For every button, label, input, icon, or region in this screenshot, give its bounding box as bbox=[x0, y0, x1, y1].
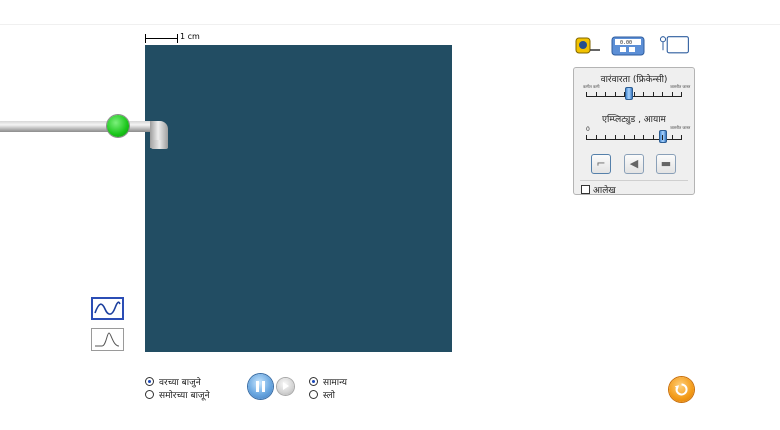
amplitude-slider-thumb[interactable] bbox=[659, 130, 667, 143]
control-panel: 0.00 वारंवारता (फ्रिकेन्सी) कमीत कमी जास… bbox=[573, 31, 695, 196]
slider-tick bbox=[615, 92, 616, 97]
slider-tick bbox=[605, 135, 606, 140]
slider-tick bbox=[672, 92, 673, 97]
faucet-valve-button[interactable] bbox=[107, 115, 129, 137]
slider-tick bbox=[634, 92, 635, 97]
slider-tick bbox=[615, 135, 616, 140]
top-view-button[interactable] bbox=[91, 297, 124, 320]
speaker-icon: ◀ bbox=[629, 157, 639, 170]
slider-tick bbox=[672, 135, 673, 140]
slider-tick bbox=[624, 92, 625, 97]
slider-tick bbox=[653, 135, 654, 140]
amplitude-label: एम्प्लिट्युड , आयाम bbox=[602, 115, 666, 125]
laser-icon: ▬ bbox=[660, 157, 672, 170]
slider-tick bbox=[586, 135, 587, 140]
faucet-icon: ⌐ bbox=[596, 157, 606, 170]
slider-tick bbox=[681, 92, 682, 97]
faucet-nozzle bbox=[151, 140, 168, 149]
slider-tick bbox=[662, 92, 663, 97]
reset-button[interactable] bbox=[669, 377, 694, 402]
stopwatch-icon[interactable]: 0.00 bbox=[611, 35, 645, 57]
measuring-tape-icon[interactable] bbox=[575, 35, 601, 57]
graph-icon bbox=[95, 332, 120, 347]
slider-tick bbox=[643, 92, 644, 97]
speed-option-slow[interactable]: स्लो bbox=[309, 388, 335, 401]
frequency-slider[interactable] bbox=[586, 87, 682, 100]
view-option-front[interactable]: समोरच्या बाजूने bbox=[145, 388, 210, 401]
tool-bar: 0.00 bbox=[573, 31, 695, 63]
slider-tick bbox=[643, 135, 644, 140]
detector-icon[interactable] bbox=[655, 35, 693, 57]
svg-text:0.00: 0.00 bbox=[620, 40, 632, 46]
slider-tick bbox=[624, 135, 625, 140]
pause-button[interactable] bbox=[248, 374, 273, 399]
scale-label: 1 cm bbox=[180, 32, 200, 41]
side-view-button[interactable] bbox=[91, 328, 124, 351]
speed-option-normal[interactable]: सामान्य bbox=[309, 375, 347, 388]
slider-tick bbox=[596, 135, 597, 140]
radio-slow[interactable] bbox=[309, 390, 318, 399]
graph-checkbox-box[interactable] bbox=[581, 185, 590, 194]
step-button[interactable] bbox=[277, 378, 294, 395]
amplitude-max-label: जास्तीत जास्त bbox=[670, 125, 691, 130]
amplitude-slider[interactable] bbox=[586, 130, 682, 143]
radio-front[interactable] bbox=[145, 390, 154, 399]
slider-tick bbox=[596, 92, 597, 97]
faucet-source-button[interactable]: ⌐ bbox=[591, 154, 611, 174]
slider-tick bbox=[586, 92, 587, 97]
laser-source-button[interactable]: ▬ bbox=[656, 154, 676, 174]
water-tank bbox=[145, 45, 452, 352]
slider-tick bbox=[605, 92, 606, 97]
graph-checkbox[interactable]: आलेख bbox=[581, 183, 616, 196]
frequency-slider-thumb[interactable] bbox=[625, 87, 633, 100]
radio-normal[interactable] bbox=[309, 377, 318, 386]
scale-bar: 1 cm bbox=[145, 32, 225, 45]
radio-top[interactable] bbox=[145, 377, 154, 386]
view-option-top[interactable]: वरच्या बाजुने bbox=[145, 375, 201, 388]
slider-tick bbox=[681, 135, 682, 140]
speaker-source-button[interactable]: ◀ bbox=[624, 154, 644, 174]
reset-icon bbox=[674, 383, 688, 396]
header-divider bbox=[0, 24, 780, 25]
wave-controls: वारंवारता (फ्रिकेन्सी) कमीत कमी जास्तीत … bbox=[573, 67, 695, 196]
graph-checkbox-label: आलेख bbox=[593, 186, 616, 196]
slider-tick bbox=[662, 135, 663, 140]
wave-icon bbox=[94, 301, 121, 315]
slider-tick bbox=[634, 135, 635, 140]
slider-tick bbox=[653, 92, 654, 97]
faucet-pipe bbox=[0, 121, 158, 132]
